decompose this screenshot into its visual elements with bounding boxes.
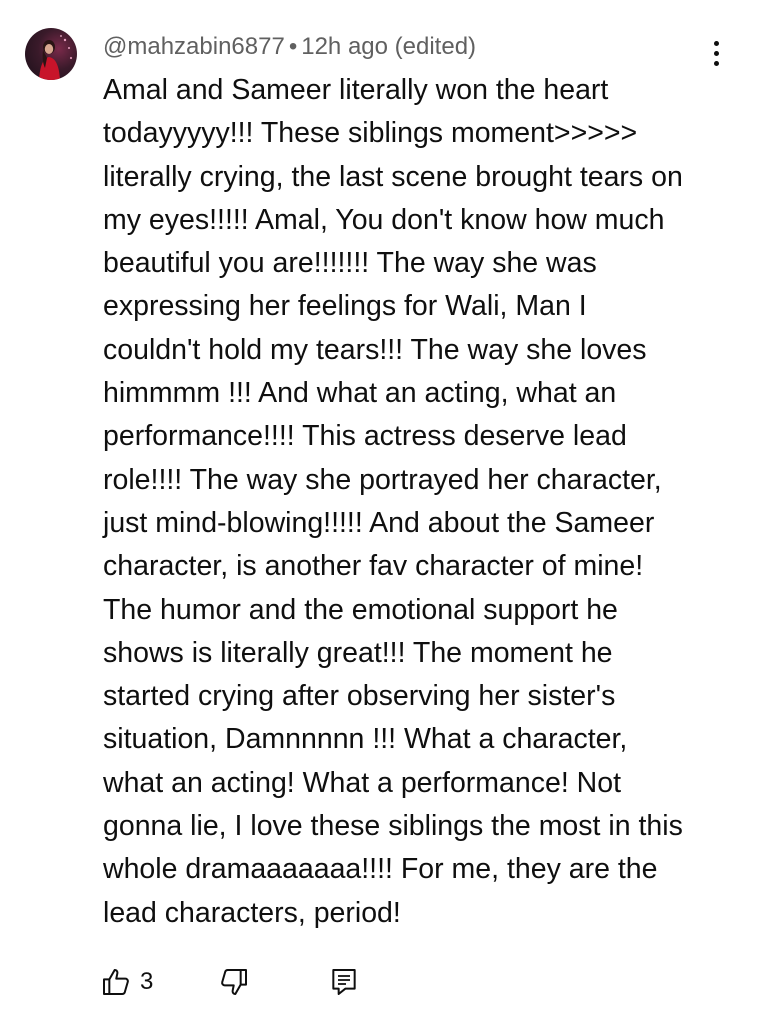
dislike-button[interactable] [218,962,250,1002]
like-count: 3 [140,968,154,995]
comment-line: started crying after observing her siste… [103,680,616,713]
comment-line: shows is literally great!!! The moment h… [103,636,613,669]
comment-line: performance!!!! This actress deserve lea… [103,420,627,453]
comment-line: todayyyyy!!! These siblings moment>>>>> [103,117,638,150]
comment-line: beautiful you are!!!!!!! The way she was [103,247,597,280]
reply-button[interactable] [328,962,360,1002]
like-button[interactable]: 3 [100,962,153,1002]
comment-line: what an acting! What a performance! Not [103,766,622,799]
comment-line: expressing her feelings for Wali, Man I [103,290,587,323]
thumbs-down-icon [221,969,247,995]
comment-line: himmmm !!! And what an acting, what an [103,377,617,410]
comment-line: lead characters, period! [103,896,401,929]
comment-line: whole dramaaaaaaa!!!! For me, they are t… [103,853,658,886]
comment-line: couldn't hold my tears!!! The way she lo… [103,333,647,366]
avatar-image [39,35,73,80]
comment-line: character, is another fav character of m… [103,550,644,583]
thumbs-up-icon [103,969,129,995]
comment-line: The humor and the emotional support he [103,593,618,626]
comment-line: gonna lie, I love these siblings the mos… [103,810,683,843]
meta-separator: • [288,33,298,60]
comment-line: Amal and Sameer literally won the heart [103,74,609,106]
comment-timestamp[interactable]: 12h ago (edited) [301,33,476,60]
comment-text: Amal and Sameer literally won the heart … [103,69,743,935]
comment-line: role!!!! The way she portrayed her chara… [103,463,662,496]
comment-thread: @mahzabin6877 • 12h ago (edited) Amal and … [0,0,768,1024]
author-handle[interactable]: @mahzabin6877 [103,33,285,60]
comment-meta: @mahzabin6877 • 12h ago (edited) [103,31,476,63]
avatar[interactable] [25,28,77,80]
comment-line: situation, Damnnnnn !!! What a character… [103,723,628,756]
comment-line: my eyes!!!!! Amal, You don't know how mu… [103,203,665,236]
comment-line: literally crying, the last scene brought… [103,160,683,193]
comment-actions: 3 [100,962,500,1002]
comment-line: just mind-blowing!!!!! And about the Sam… [103,506,655,539]
reply-comment-icon [332,969,356,995]
